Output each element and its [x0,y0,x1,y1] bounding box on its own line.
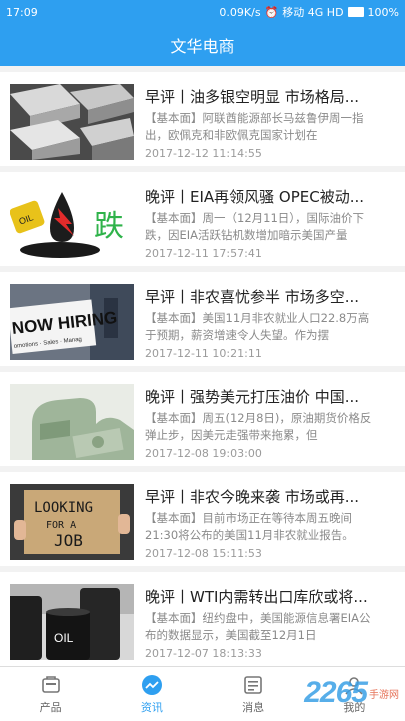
article-summary: 【基本面】阿联酋能源部长马兹鲁伊周一指出，欧佩克和非欧佩克国家计划在 [145,111,364,142]
article-title: 晚评丨WTI内需转出口库欣或将... [145,588,368,606]
article-summary: 【基本面】目前市场正在等待本周五晚间21:30将公布的美国11月非农就业报告。 [145,511,354,542]
app-header: 文华电商 [0,24,405,66]
thumbnail-oil-drop: OIL 跌 [10,184,134,260]
thumbnail-dollar-arm [10,384,134,460]
news-trend-icon [141,674,162,695]
article-time: 2017-12-12 11:14:55 [145,147,262,160]
status-indicators: 0.09K/s ⏰ 移动 4G HD 100% [219,4,399,20]
list-item[interactable]: NOW HIRING omotions · Sales · Manag 早评丨非… [0,272,405,366]
thumbnail-now-hiring: NOW HIRING omotions · Sales · Manag [10,284,134,360]
article-title: 早评丨非农今晚来袭 市场或再... [145,488,360,506]
thumbnail-oil-barrels: OIL [10,584,134,660]
battery-level: 100% [367,5,399,19]
product-icon [41,675,60,693]
tab-news[interactable]: 资讯 [101,667,202,721]
article-title: 早评丨非农喜忧参半 市场多空... [145,288,360,306]
list-item[interactable]: 早评丨油多银空明显 市场格局... 【基本面】阿联酋能源部长马兹鲁伊周一指出，欧… [0,72,405,166]
status-bar: 17:09 0.09K/s ⏰ 移动 4G HD 100% [0,0,405,24]
article-time: 2017-12-11 17:57:41 [145,247,262,260]
article-summary: 【基本面】周五(12月8日)，原油期货价格反弹止步，因美元走强带来拖累，但 [145,411,372,442]
list-item[interactable]: LOOKING FOR A JOB 早评丨非农今晚来袭 市场或再... 【基本面… [0,472,405,566]
tab-label: 资讯 [140,700,163,714]
article-summary: 【基本面】周一（12月11日），国际油价下跌，因EIA活跃钻机数增加暗示美国产量 [145,211,365,242]
tab-label: 产品 [39,700,62,714]
sign-line-1: LOOKING [34,500,93,516]
alarm-icon: ⏰ [264,5,279,19]
article-title: 晚评丨EIA再领风骚 OPEC被动... [145,188,365,206]
article-time: 2017-12-08 15:11:53 [145,547,262,560]
article-summary: 【基本面】纽约盘中，美国能源信息署EIA公布的数据显示，美国截至12月1日 [145,611,371,642]
list-item[interactable]: OIL 晚评丨WTI内需转出口库欣或将... 【基本面】纽约盘中，美国能源信息署… [0,572,405,666]
thumbnail-silver-bars [10,84,134,160]
site-watermark: 2265 手游网 [249,670,399,716]
sign-line-3: JOB [54,531,83,550]
article-list[interactable]: 早评丨油多银空明显 市场格局... 【基本面】阿联酋能源部长马兹鲁伊周一指出，欧… [0,66,405,666]
article-title: 晚评丨强势美元打压油价 中国... [145,388,360,406]
list-item[interactable]: OIL 跌 晚评丨EIA再领风骚 OPEC被动... 【基本面】周一（12月11… [0,172,405,266]
article-time: 2017-12-11 10:21:11 [145,347,262,360]
article-time: 2017-12-07 18:13:33 [145,647,262,660]
watermark-suffix: 手游网 [369,689,399,701]
sign-line-2: FOR A [46,520,76,531]
status-time: 17:09 [6,5,38,19]
article-summary: 【基本面】美国11月非农就业人口22.8万高于预期，薪资增速令人失望。作为摆 [145,311,370,342]
thumbnail-looking-for-job: LOOKING FOR A JOB [10,484,134,560]
carrier-label: 移动 4G HD [282,6,344,19]
article-time: 2017-12-08 19:03:00 [145,447,262,460]
fall-char: 跌 [94,209,124,244]
network-speed: 0.09K/s [219,5,261,19]
article-title: 早评丨油多银空明显 市场格局... [145,88,360,106]
watermark-number: 2265 [304,676,368,709]
battery-icon [347,7,364,17]
barrel-label: OIL [54,631,74,645]
page-title: 文华电商 [170,37,235,56]
list-item[interactable]: 晚评丨强势美元打压油价 中国... 【基本面】周五(12月8日)，原油期货价格反… [0,372,405,466]
tab-product[interactable]: 产品 [0,667,101,721]
